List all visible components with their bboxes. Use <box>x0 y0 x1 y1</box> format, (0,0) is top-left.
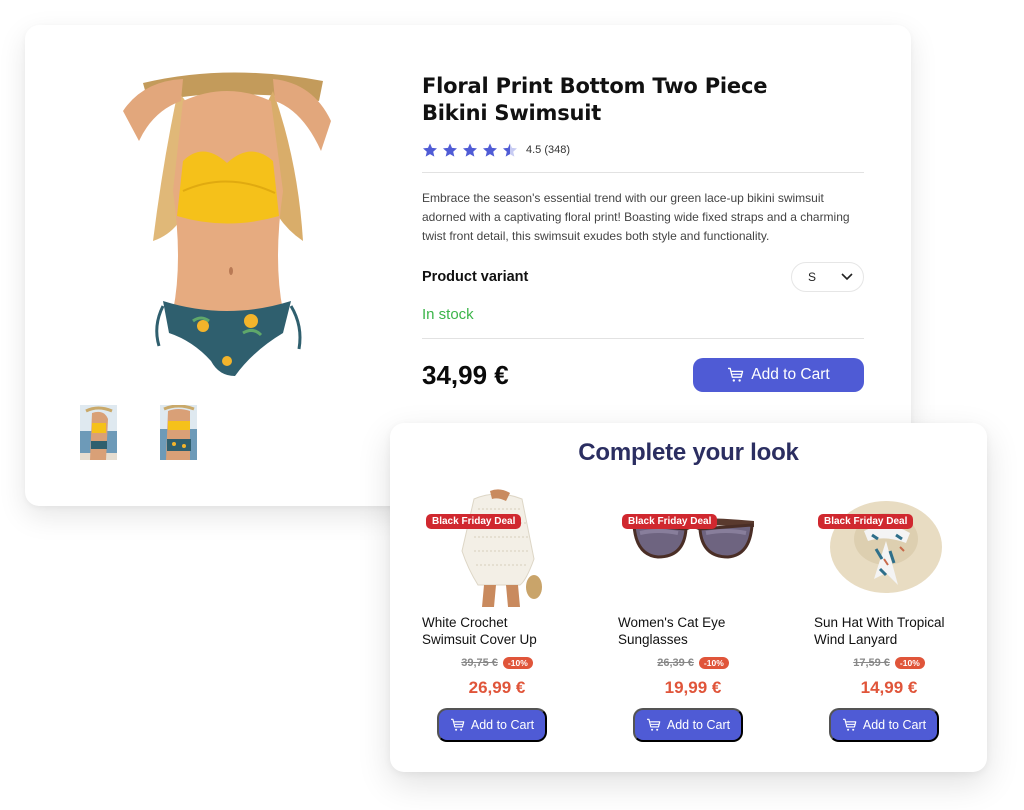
add-to-cart-button[interactable]: Add to Cart <box>829 708 939 742</box>
old-price-row: 39,75 € -10% <box>422 657 572 669</box>
discount-badge: -10% <box>502 657 533 669</box>
thumbnail-image <box>80 405 117 460</box>
product-title-line-2: Bikini Swimsuit <box>422 101 602 125</box>
look-item-image[interactable]: Black Friday Deal <box>618 489 768 607</box>
thumbnail-image <box>160 405 197 460</box>
cart-icon <box>842 718 857 731</box>
product-thumbnail-1[interactable] <box>80 405 117 460</box>
old-price-row: 17,59 € -10% <box>814 657 964 669</box>
look-item-name-line-2: Swimsuit Cover Up <box>422 632 537 647</box>
bikini-model-image <box>123 71 331 382</box>
deal-badge: Black Friday Deal <box>818 514 914 529</box>
product-rating[interactable]: 4.5 (348) <box>422 142 864 158</box>
star-full-icon <box>462 142 478 158</box>
look-item-name-line-2: Wind Lanyard <box>814 632 898 647</box>
star-half-icon <box>502 142 518 158</box>
cart-icon <box>646 718 661 731</box>
divider <box>422 338 864 339</box>
look-item-name[interactable]: Women's Cat Eye Sunglasses <box>618 614 768 648</box>
discount-badge: -10% <box>894 657 925 669</box>
product-title-line-1: Floral Print Bottom Two Piece <box>422 74 768 98</box>
stock-status: In stock <box>422 306 474 323</box>
old-price: 26,39 € <box>657 657 694 669</box>
add-to-cart-label: Add to Cart <box>666 718 731 732</box>
look-item-name-line-1: White Crochet <box>422 615 508 630</box>
add-to-cart-button[interactable]: Add to Cart <box>693 358 864 392</box>
rating-text: 4.5 (348) <box>526 144 571 156</box>
cart-icon <box>728 367 744 382</box>
product-main-image[interactable] <box>123 71 331 382</box>
variant-selected-value: S <box>808 270 817 284</box>
product-info: Floral Print Bottom Two Piece Bikini Swi… <box>422 73 864 392</box>
star-full-icon <box>482 142 498 158</box>
price-row: 34,99 € Add to Cart <box>422 358 864 392</box>
add-to-cart-label: Add to Cart <box>470 718 535 732</box>
sun-hat-image <box>830 501 942 593</box>
divider <box>422 172 864 173</box>
product-price: 34,99 € <box>422 359 509 390</box>
variant-select[interactable]: S <box>791 262 864 292</box>
crochet-cover-up-image <box>454 489 542 607</box>
sale-price: 14,99 € <box>860 678 918 697</box>
look-item-name[interactable]: White Crochet Swimsuit Cover Up <box>422 614 572 648</box>
product-thumbnail-2[interactable] <box>160 405 197 460</box>
add-to-cart-button[interactable]: Add to Cart <box>633 708 743 742</box>
discount-badge: -10% <box>698 657 729 669</box>
look-item-name-line-1: Women's Cat Eye <box>618 615 726 630</box>
chevron-down-icon <box>841 273 853 281</box>
look-item-name[interactable]: Sun Hat With Tropical Wind Lanyard <box>814 614 964 648</box>
add-to-cart-button[interactable]: Add to Cart <box>437 708 547 742</box>
complete-look-title: Complete your look <box>578 439 799 466</box>
deal-badge: Black Friday Deal <box>426 514 522 529</box>
product-title: Floral Print Bottom Two Piece Bikini Swi… <box>422 73 864 127</box>
sale-price: 26,99 € <box>468 678 526 697</box>
old-price-row: 26,39 € -10% <box>618 657 768 669</box>
sale-price: 19,99 € <box>664 678 722 697</box>
add-to-cart-label: Add to Cart <box>862 718 927 732</box>
deal-badge: Black Friday Deal <box>622 514 718 529</box>
look-item-image[interactable]: Black Friday Deal <box>422 489 572 607</box>
variant-row: Product variant S <box>422 262 864 292</box>
sunglasses-image <box>632 518 754 559</box>
look-item-name-line-1: Sun Hat With Tropical <box>814 615 945 630</box>
look-item-image[interactable]: Black Friday Deal <box>814 489 964 607</box>
product-description: Embrace the season's essential trend wit… <box>422 191 850 243</box>
look-item-name-line-2: Sunglasses <box>618 632 688 647</box>
old-price: 39,75 € <box>461 657 498 669</box>
star-full-icon <box>422 142 438 158</box>
complete-look-card: Complete your look Black Friday Deal Whi… <box>390 423 987 772</box>
variant-label: Product variant <box>422 269 529 285</box>
cart-icon <box>450 718 465 731</box>
star-full-icon <box>442 142 458 158</box>
add-to-cart-label: Add to Cart <box>751 366 830 383</box>
old-price: 17,59 € <box>853 657 890 669</box>
